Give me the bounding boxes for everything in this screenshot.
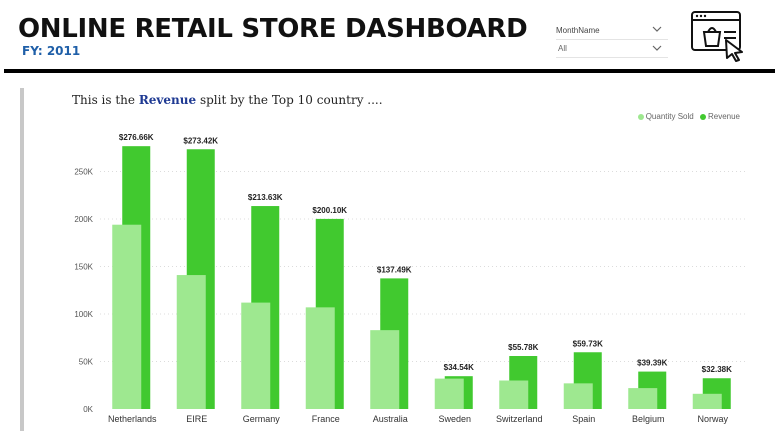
revenue-data-label: $213.63K: [248, 193, 283, 202]
y-axis-tick-label: 150K: [74, 263, 93, 272]
x-axis-tick-label: Germany: [243, 414, 281, 424]
quantity-bar[interactable]: [628, 388, 658, 409]
x-axis-tick-label: Spain: [572, 414, 595, 424]
quantity-bar[interactable]: [176, 275, 206, 409]
quantity-bar[interactable]: [692, 393, 722, 409]
x-axis-tick-label: Sweden: [438, 414, 471, 424]
x-axis-tick-label: Switzerland: [496, 414, 543, 424]
revenue-data-label: $59.73K: [573, 339, 603, 348]
quantity-bar[interactable]: [434, 378, 464, 409]
x-axis-tick-label: Belgium: [632, 414, 665, 424]
revenue-data-label: $32.38K: [702, 365, 732, 374]
x-axis-tick-label: Netherlands: [108, 414, 157, 424]
revenue-data-label: $39.39K: [637, 359, 667, 368]
y-axis-tick-label: 50K: [79, 358, 94, 367]
quantity-bar[interactable]: [305, 307, 335, 409]
quantity-bar[interactable]: [112, 224, 142, 409]
x-axis-tick-label: EIRE: [186, 414, 207, 424]
y-axis-tick-label: 250K: [74, 168, 93, 177]
y-axis-tick-label: 200K: [74, 215, 93, 224]
revenue-data-label: $34.54K: [444, 363, 474, 372]
revenue-data-label: $276.66K: [119, 133, 154, 142]
revenue-data-label: $200.10K: [312, 206, 347, 215]
x-axis-tick-label: Norway: [697, 414, 728, 424]
revenue-by-country-chart[interactable]: 0K 50K 100K 150K 200K 250K $276.66K Netherlands…: [0, 0, 775, 431]
y-axis-tick-label: 100K: [74, 310, 93, 319]
x-axis-tick-label: Australia: [373, 414, 408, 424]
x-axis-tick-label: France: [312, 414, 340, 424]
revenue-data-label: $55.78K: [508, 343, 538, 352]
revenue-data-label: $137.49K: [377, 265, 412, 274]
quantity-bar[interactable]: [499, 380, 529, 410]
quantity-bar[interactable]: [241, 302, 271, 409]
y-axis-tick-label: 0K: [83, 405, 93, 414]
quantity-bar[interactable]: [563, 383, 593, 409]
quantity-bar[interactable]: [370, 330, 400, 409]
revenue-data-label: $273.42K: [183, 136, 218, 145]
